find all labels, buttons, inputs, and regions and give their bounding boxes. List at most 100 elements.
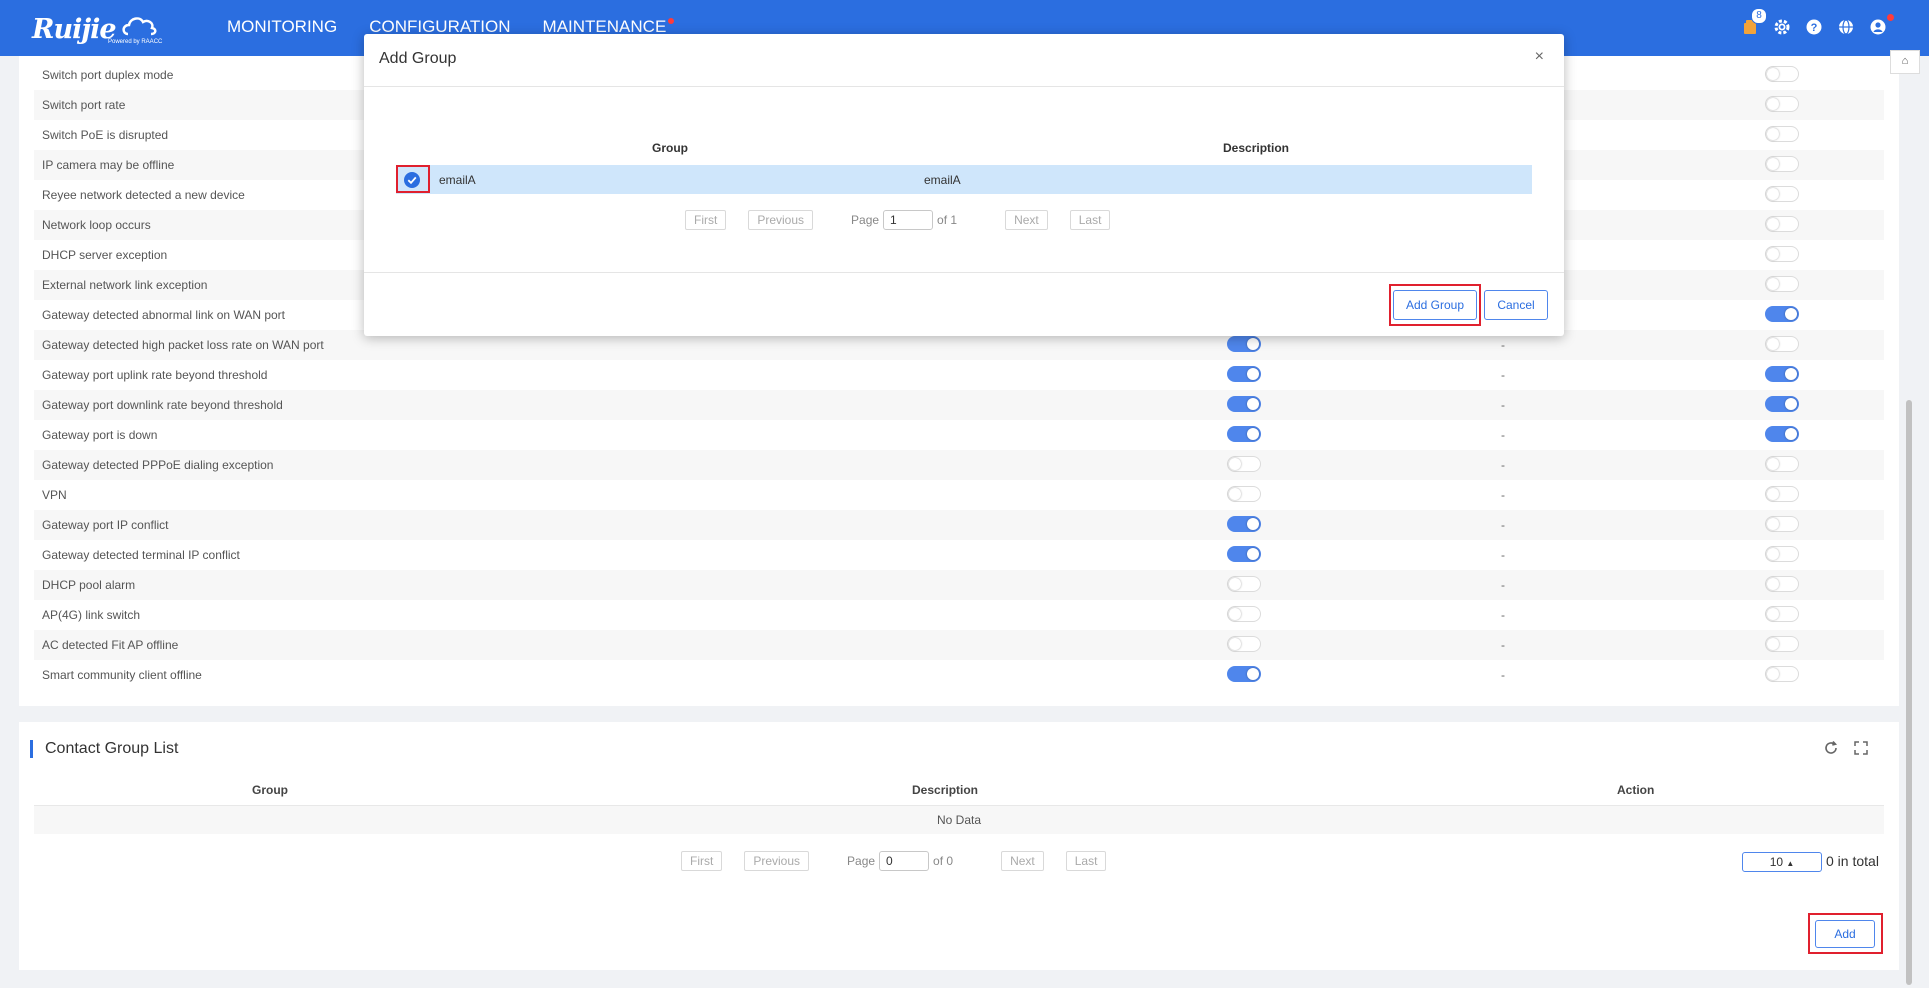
alarm-notify-toggle[interactable] (1765, 186, 1799, 202)
alarm-notify-toggle[interactable] (1765, 366, 1799, 382)
cloud-icon (122, 17, 157, 36)
total-count: 0 in total (1826, 853, 1879, 869)
alarm-notify-toggle[interactable] (1765, 456, 1799, 472)
dialog-page-number-input[interactable] (883, 210, 934, 230)
alarm-rule-row: VPN - (34, 480, 1884, 510)
dialog-first-page-button[interactable]: First (685, 210, 727, 230)
alarm-notify-toggle[interactable] (1765, 636, 1799, 652)
page-number-input[interactable] (879, 851, 930, 871)
toggle-knob (1229, 458, 1241, 470)
dialog-next-page-button[interactable]: Next (1005, 210, 1048, 230)
dialog-pagination: First Previous Page of 1 Next Last (685, 210, 1111, 230)
side-panel-icon[interactable]: ⌂ (1890, 50, 1920, 74)
alarm-notify-toggle[interactable] (1765, 546, 1799, 562)
alarm-notify-toggle[interactable] (1765, 156, 1799, 172)
alarm-rule-value: - (1501, 608, 1505, 622)
nav-monitoring[interactable]: MONITORING (227, 17, 337, 37)
toggle-knob (1247, 368, 1259, 380)
alarm-rule-name: AC detected Fit AP offline (42, 638, 179, 652)
toggle-knob (1767, 488, 1779, 500)
user-icon[interactable] (1867, 14, 1894, 38)
gear-icon[interactable] (1771, 16, 1793, 38)
alarm-notify-toggle[interactable] (1765, 246, 1799, 262)
alarm-enable-toggle[interactable] (1227, 576, 1261, 592)
svg-text:?: ? (1811, 22, 1818, 34)
toggle-knob (1767, 548, 1779, 560)
alarm-notify-toggle[interactable] (1765, 576, 1799, 592)
toggle-knob (1785, 398, 1797, 410)
toggle-knob (1767, 158, 1779, 170)
alarm-notify-toggle[interactable] (1765, 66, 1799, 82)
alarm-enable-toggle[interactable] (1227, 456, 1261, 472)
alarm-enable-toggle[interactable] (1227, 426, 1261, 442)
alarm-notify-toggle[interactable] (1765, 96, 1799, 112)
check-icon (407, 176, 417, 185)
alarm-enable-toggle[interactable] (1227, 636, 1261, 652)
fullscreen-icon[interactable] (1853, 740, 1869, 756)
add-group-dialog: Add Group × Group Description emailA ema… (364, 34, 1564, 336)
maintenance-alert-dot (668, 18, 675, 24)
alarm-notify-toggle[interactable] (1765, 216, 1799, 232)
toggle-knob (1767, 98, 1779, 110)
alarm-notify-toggle[interactable] (1765, 486, 1799, 502)
alarm-notify-toggle[interactable] (1765, 396, 1799, 412)
alarm-rule-value: - (1501, 368, 1505, 382)
alarm-enable-toggle[interactable] (1227, 606, 1261, 622)
row-checkbox[interactable] (404, 172, 420, 188)
alarm-rule-name: External network link exception (42, 278, 208, 292)
toggle-knob (1247, 548, 1259, 560)
alarm-enable-toggle[interactable] (1227, 336, 1261, 352)
alarm-rule-name: Reyee network detected a new device (42, 188, 245, 202)
alarm-notify-toggle[interactable] (1765, 426, 1799, 442)
add-group-button[interactable]: Add Group (1393, 290, 1477, 320)
toggle-knob (1785, 308, 1797, 320)
alarm-rule-value: - (1501, 458, 1505, 472)
page-scrollbar-thumb[interactable] (1906, 400, 1912, 985)
alarm-notify-toggle[interactable] (1765, 666, 1799, 682)
toggle-knob (1767, 248, 1779, 260)
alarm-rule-value: - (1501, 488, 1505, 502)
alarm-rule-row: AP(4G) link switch - (34, 600, 1884, 630)
last-page-button[interactable]: Last (1065, 851, 1107, 871)
first-page-button[interactable]: First (681, 851, 723, 871)
alarm-rule-value: - (1501, 518, 1505, 532)
cancel-button[interactable]: Cancel (1484, 290, 1548, 320)
toggle-knob (1247, 398, 1259, 410)
alarm-rule-name: Gateway detected high packet loss rate o… (42, 338, 324, 352)
close-icon[interactable]: × (1535, 48, 1544, 66)
alarm-enable-toggle[interactable] (1227, 486, 1261, 502)
alarm-enable-toggle[interactable] (1227, 396, 1261, 412)
alarm-enable-toggle[interactable] (1227, 516, 1261, 532)
previous-page-button[interactable]: Previous (744, 851, 810, 871)
toggle-knob (1767, 218, 1779, 230)
toggle-knob (1229, 578, 1241, 590)
dialog-previous-page-button[interactable]: Previous (748, 210, 814, 230)
alarm-notify-toggle[interactable] (1765, 306, 1799, 322)
alarm-notify-toggle[interactable] (1765, 276, 1799, 292)
dialog-table-row[interactable]: emailA emailA (396, 165, 1532, 194)
alarm-enable-toggle[interactable] (1227, 666, 1261, 682)
page-size-select[interactable]: 10 ▲ (1742, 852, 1822, 872)
alarm-notify-toggle[interactable] (1765, 126, 1799, 142)
alarm-notify-toggle[interactable] (1765, 516, 1799, 532)
globe-icon[interactable] (1835, 16, 1857, 38)
toggle-knob (1767, 578, 1779, 590)
toggle-knob (1229, 488, 1241, 500)
alarm-notify-toggle[interactable] (1765, 606, 1799, 622)
toggle-knob (1247, 518, 1259, 530)
refresh-icon[interactable] (1823, 740, 1839, 756)
alarm-enable-toggle[interactable] (1227, 366, 1261, 382)
row-description: emailA (924, 173, 961, 187)
add-contact-group-button[interactable]: Add (1815, 920, 1875, 948)
alarm-rule-name: Smart community client offline (42, 668, 202, 682)
alarm-notify-toggle[interactable] (1765, 336, 1799, 352)
alarm-enable-toggle[interactable] (1227, 546, 1261, 562)
ruijie-logo[interactable]: Ruijie Powered by RAACC (32, 10, 162, 50)
notifications-icon[interactable]: 8 (1739, 8, 1767, 38)
alarm-rule-name: IP camera may be offline (42, 158, 175, 172)
dialog-last-page-button[interactable]: Last (1069, 210, 1111, 230)
next-page-button[interactable]: Next (1001, 851, 1044, 871)
help-icon[interactable]: ? (1803, 16, 1825, 38)
contact-group-card (19, 722, 1899, 970)
toggle-knob (1785, 428, 1797, 440)
